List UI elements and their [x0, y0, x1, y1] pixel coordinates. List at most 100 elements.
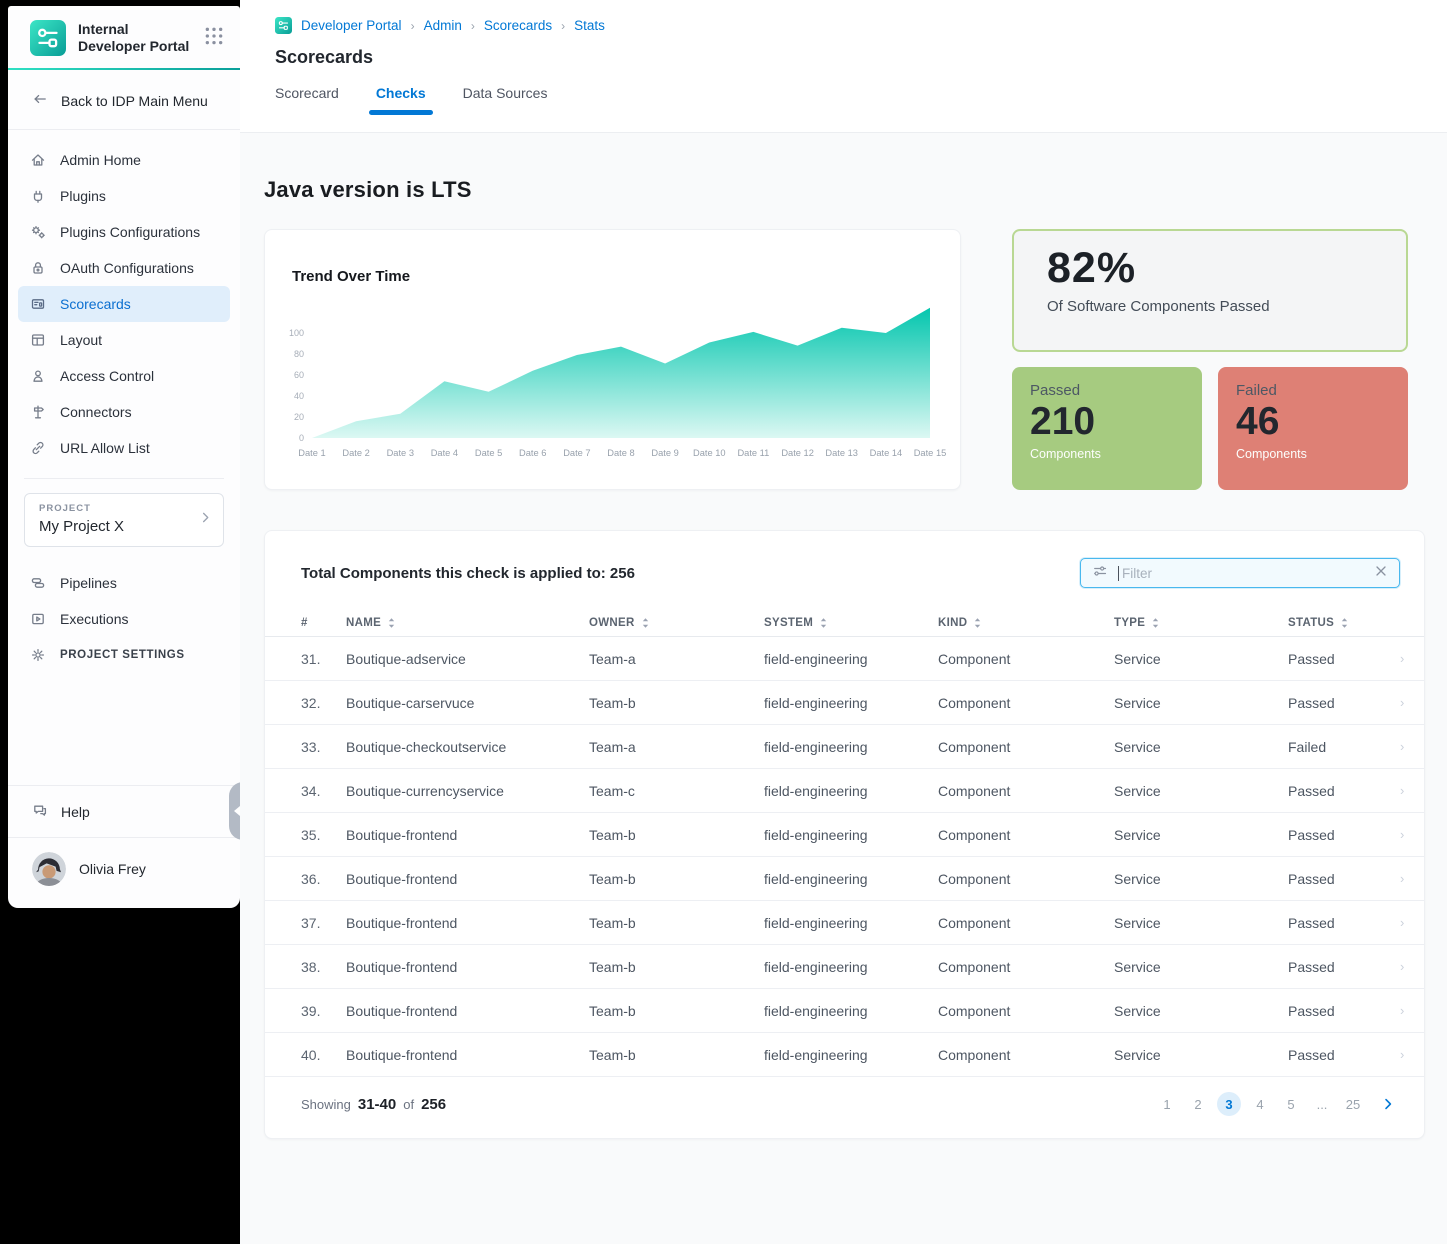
sidebar-item-url-allow-list[interactable]: URL Allow List: [18, 430, 230, 466]
sidebar-item-access-control[interactable]: Access Control: [18, 358, 230, 394]
table-row[interactable]: 38.Boutique-frontendTeam-bfield-engineer…: [265, 945, 1424, 989]
collapse-arrow-icon: [234, 806, 240, 816]
tab-bar: Scorecard Checks Data Sources: [275, 85, 1447, 114]
sidebar-item-scorecards[interactable]: Scorecards: [18, 286, 230, 322]
row-num: 38.: [301, 959, 346, 975]
sort-icon[interactable]: [819, 617, 828, 629]
page-title: Scorecards: [275, 47, 1447, 68]
table-row[interactable]: 36.Boutique-frontendTeam-bfield-engineer…: [265, 857, 1424, 901]
table-row[interactable]: 35.Boutique-frontendTeam-bfield-engineer…: [265, 813, 1424, 857]
filter-input[interactable]: [1122, 566, 1363, 581]
breadcrumb-link-developer-portal[interactable]: Developer Portal: [301, 18, 402, 33]
row-chevron-icon: ›: [1400, 783, 1404, 798]
svg-text:Date 8: Date 8: [607, 448, 634, 458]
breadcrumb-link-stats[interactable]: Stats: [574, 18, 605, 33]
sidebar-header: Internal Developer Portal: [8, 6, 240, 68]
column-header-owner[interactable]: OWNER: [589, 617, 764, 629]
svg-text:Date 11: Date 11: [737, 448, 769, 458]
row-chevron-icon: ›: [1400, 959, 1404, 974]
sort-icon[interactable]: [641, 617, 650, 629]
column-header-system[interactable]: SYSTEM: [764, 617, 938, 629]
page-button-1[interactable]: 1: [1155, 1092, 1179, 1116]
svg-text:Date 6: Date 6: [519, 448, 546, 458]
breadcrumb-separator: ›: [471, 19, 475, 33]
table-row[interactable]: 40.Boutique-frontendTeam-bfield-engineer…: [265, 1033, 1424, 1077]
top-row: Trend Over Time 020406080100Date 1Date 2…: [264, 229, 1425, 490]
row-chevron-icon: ›: [1400, 1003, 1404, 1018]
column-header-kind[interactable]: KIND: [938, 617, 1114, 629]
row-type: Service: [1114, 871, 1288, 887]
showing-range: 31-40: [358, 1096, 396, 1113]
row-name: Boutique-frontend: [346, 1047, 589, 1063]
apps-grid-icon[interactable]: [204, 26, 224, 51]
page-button-2[interactable]: 2: [1186, 1092, 1210, 1116]
sidebar-item-oauth-configurations[interactable]: OAuth Configurations: [18, 250, 230, 286]
row-status: Passed: [1288, 915, 1400, 931]
svg-text:80: 80: [294, 349, 304, 359]
row-status: Passed: [1288, 1047, 1400, 1063]
sidebar-item-admin-home[interactable]: Admin Home: [18, 142, 230, 178]
sidebar-item-label: Pipelines: [60, 575, 117, 591]
page-button-4[interactable]: 4: [1248, 1092, 1272, 1116]
row-chevron-icon: ›: [1400, 695, 1404, 710]
row-system: field-engineering: [764, 915, 938, 931]
breadcrumb-link-scorecards[interactable]: Scorecards: [484, 18, 552, 33]
breadcrumb-link-admin[interactable]: Admin: [424, 18, 462, 33]
row-system: field-engineering: [764, 1047, 938, 1063]
trend-chart-card: Trend Over Time 020406080100Date 1Date 2…: [264, 229, 961, 490]
help-button[interactable]: Help: [8, 785, 240, 837]
table-header-row: #NAMEOWNERSYSTEMKINDTYPESTATUS: [265, 609, 1424, 637]
tab-data-sources[interactable]: Data Sources: [463, 85, 548, 114]
row-name: Boutique-carservuce: [346, 695, 589, 711]
sidebar-item-layout[interactable]: Layout: [18, 322, 230, 358]
page-button-5[interactable]: 5: [1279, 1092, 1303, 1116]
page-button-3[interactable]: 3: [1217, 1092, 1241, 1116]
back-to-idp-main-menu[interactable]: Back to IDP Main Menu: [8, 70, 240, 130]
sidebar-item-plugins-configurations[interactable]: Plugins Configurations: [18, 214, 230, 250]
row-owner: Team-b: [589, 959, 764, 975]
sidebar-item-plugins[interactable]: Plugins: [18, 178, 230, 214]
column-header-name[interactable]: NAME: [346, 617, 589, 629]
table-row[interactable]: 33.Boutique-checkoutserviceTeam-afield-e…: [265, 725, 1424, 769]
table-row[interactable]: 39.Boutique-frontendTeam-bfield-engineer…: [265, 989, 1424, 1033]
sort-icon[interactable]: [387, 617, 396, 629]
column-header-type[interactable]: TYPE: [1114, 617, 1288, 629]
svg-text:0: 0: [299, 433, 304, 443]
sort-icon[interactable]: [1151, 617, 1160, 629]
sidebar-item-pipelines[interactable]: Pipelines: [18, 565, 230, 601]
sidebar-item-project-settings[interactable]: PROJECT SETTINGS: [18, 637, 230, 673]
user-name: Olivia Frey: [79, 861, 146, 877]
user-menu[interactable]: Olivia Frey: [8, 837, 240, 908]
app-title: Internal Developer Portal: [78, 21, 204, 55]
table-row[interactable]: 34.Boutique-currencyserviceTeam-cfield-e…: [265, 769, 1424, 813]
row-owner: Team-b: [589, 871, 764, 887]
row-num: 31.: [301, 651, 346, 667]
row-system: field-engineering: [764, 783, 938, 799]
table-row[interactable]: 37.Boutique-frontendTeam-bfield-engineer…: [265, 901, 1424, 945]
sort-icon[interactable]: [973, 617, 982, 629]
filter-box[interactable]: [1080, 558, 1400, 588]
page-button-25[interactable]: 25: [1341, 1092, 1365, 1116]
table-row[interactable]: 31.Boutique-adserviceTeam-afield-enginee…: [265, 637, 1424, 681]
row-system: field-engineering: [764, 695, 938, 711]
row-owner: Team-b: [589, 1003, 764, 1019]
column-header-status[interactable]: STATUS: [1288, 617, 1400, 629]
sidebar-item-connectors[interactable]: Connectors: [18, 394, 230, 430]
row-type: Service: [1114, 739, 1288, 755]
next-page-button[interactable]: [1380, 1096, 1396, 1112]
sidebar-item-executions[interactable]: Executions: [18, 601, 230, 637]
sidebar-item-label: Scorecards: [60, 296, 131, 312]
sidebar: Internal Developer Portal Back to IDP Ma…: [8, 6, 240, 908]
tab-checks[interactable]: Checks: [376, 85, 426, 114]
row-system: field-engineering: [764, 1003, 938, 1019]
scorecard-icon: [30, 296, 46, 312]
project-selector[interactable]: PROJECT My Project X: [24, 493, 224, 547]
table-row[interactable]: 32.Boutique-carservuceTeam-bfield-engine…: [265, 681, 1424, 725]
row-num: 35.: [301, 827, 346, 843]
sort-icon[interactable]: [1340, 617, 1349, 629]
pipelines-icon: [30, 575, 46, 591]
divider: [24, 478, 224, 479]
tab-scorecard[interactable]: Scorecard: [275, 85, 339, 114]
close-icon[interactable]: [1373, 563, 1389, 584]
svg-text:Date 3: Date 3: [387, 448, 414, 458]
